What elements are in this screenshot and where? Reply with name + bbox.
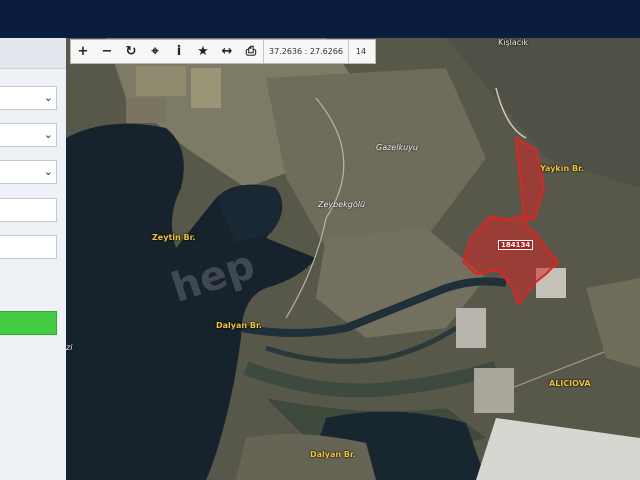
- search-button[interactable]: [0, 311, 57, 335]
- filter-select-3[interactable]: ⌄: [0, 160, 57, 184]
- filter-select-2[interactable]: ⌄: [0, 123, 57, 147]
- chevron-down-icon: ⌄: [43, 91, 53, 104]
- place-label: Kışlacık: [498, 38, 529, 47]
- place-label: Zeytin Br.: [152, 233, 196, 242]
- map-toolbar: + − ↻ ⌖ i ★ ↔ ⎙ 37.2636 : 27.6266 14: [70, 39, 376, 64]
- parcel-id-label[interactable]: 184134: [498, 240, 534, 250]
- zoom-out-button[interactable]: −: [95, 40, 119, 63]
- place-label: Dalyan Br.: [310, 450, 356, 459]
- filter-sidebar: ⌄ ⌄ ⌄: [0, 38, 67, 480]
- place-label: Yaykın Br.: [540, 164, 584, 173]
- filter-input-2[interactable]: [0, 235, 57, 259]
- filter-select-1[interactable]: ⌄: [0, 86, 57, 110]
- locate-icon[interactable]: ⌖: [143, 40, 167, 63]
- top-header-bar: [0, 0, 640, 36]
- measure-icon[interactable]: ↔: [215, 40, 239, 63]
- place-label: Gazelkuyu: [376, 143, 418, 152]
- satellite-map[interactable]: Kışlacık Gazelkuyu Yaykın Br. Zeybekgölü…: [66, 38, 640, 480]
- refresh-icon[interactable]: ↻: [119, 40, 143, 63]
- chevron-down-icon: ⌄: [43, 128, 53, 141]
- map-imagery: [66, 38, 640, 480]
- filter-input-1[interactable]: [0, 198, 57, 222]
- zoom-level: 14: [355, 47, 367, 56]
- place-label: zi: [66, 343, 73, 352]
- place-label: ALICIOVA: [549, 379, 591, 388]
- info-icon[interactable]: i: [167, 40, 191, 63]
- zoom-in-button[interactable]: +: [71, 40, 95, 63]
- coordinate-readout: 37.2636 : 27.6266: [263, 40, 349, 63]
- place-label: Zeybekgölü: [318, 200, 366, 209]
- print-icon[interactable]: ⎙: [239, 40, 263, 63]
- place-label: Dalyan Br.: [216, 321, 262, 330]
- chevron-down-icon: ⌄: [43, 165, 53, 178]
- star-icon[interactable]: ★: [191, 40, 215, 63]
- sidebar-header: [0, 38, 66, 69]
